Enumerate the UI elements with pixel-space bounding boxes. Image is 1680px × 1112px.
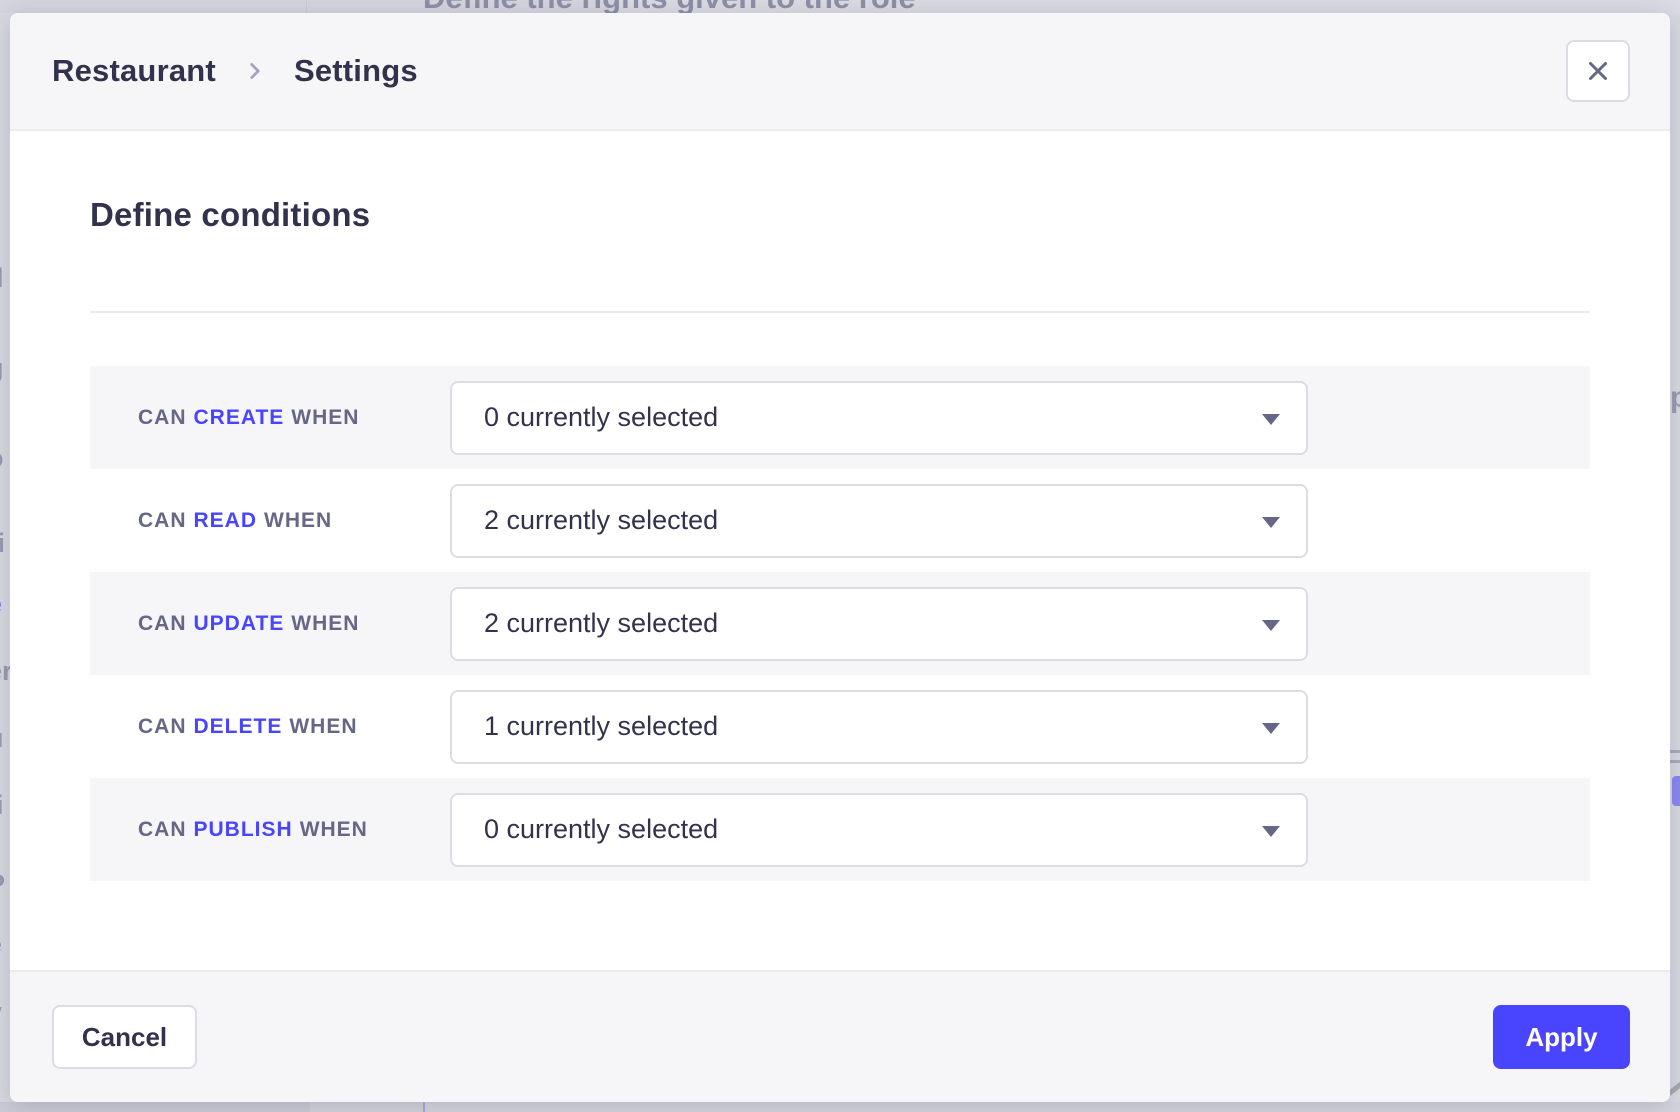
label-suffix: WHEN (289, 715, 357, 739)
background-page-subtitle: Define the rights given to the role (423, 0, 916, 13)
conditions-list: CAN CREATE WHEN 0 currently selected CAN… (90, 366, 1590, 881)
create-conditions-select[interactable]: 0 currently selected (450, 381, 1308, 455)
condition-label: CAN DELETE WHEN (90, 715, 358, 739)
background-left-edge-strip: r d g o ri e er u ti Pe v (0, 13, 10, 1102)
label-action-read: READ (194, 509, 258, 533)
label-suffix: WHEN (291, 406, 359, 430)
chevron-down-icon (1262, 517, 1280, 528)
background-letter-fragment: er (0, 656, 10, 687)
title-divider (90, 311, 1590, 313)
label-prefix: CAN (138, 612, 187, 636)
background-bottom-segment (0, 1102, 310, 1112)
label-prefix: CAN (138, 715, 187, 739)
background-letter-fragment: p (1670, 381, 1680, 415)
background-letter-fragment: g (0, 353, 10, 384)
chevron-down-icon (1262, 414, 1280, 425)
background-line-fragment (1670, 760, 1680, 763)
label-prefix: CAN (138, 509, 187, 533)
background-accent-sliver (423, 1102, 425, 1112)
breadcrumb: Restaurant Settings (52, 53, 418, 89)
background-letter-fragment: u (0, 723, 10, 754)
condition-row-publish: CAN PUBLISH WHEN 0 currently selected (90, 778, 1590, 881)
select-value: 0 currently selected (484, 814, 718, 845)
close-icon (1583, 56, 1613, 86)
label-action-create: CREATE (194, 406, 285, 430)
breadcrumb-item-settings: Settings (294, 53, 418, 89)
background-letter-fragment: d (0, 263, 10, 294)
modal-header: Restaurant Settings (10, 13, 1670, 131)
label-suffix: WHEN (291, 612, 359, 636)
background-letter-fragment: v (0, 997, 10, 1028)
apply-button[interactable]: Apply (1493, 1005, 1630, 1069)
condition-row-create: CAN CREATE WHEN 0 currently selected (90, 366, 1590, 469)
condition-row-read: CAN READ WHEN 2 currently selected (90, 469, 1590, 572)
read-conditions-select[interactable]: 2 currently selected (450, 484, 1308, 558)
label-action-update: UPDATE (194, 612, 285, 636)
select-value: 2 currently selected (484, 505, 718, 536)
background-top-strip: Define the rights given to the role (0, 0, 1680, 13)
condition-label: CAN UPDATE WHEN (90, 612, 359, 636)
background-letter-fragment: o (0, 443, 10, 474)
chevron-down-icon (1262, 723, 1280, 734)
page-title: Define conditions (90, 131, 1590, 237)
label-suffix: WHEN (300, 818, 368, 842)
background-letter-fragment: P (0, 869, 10, 900)
background-letter-fragment: ri (0, 528, 10, 559)
update-conditions-select[interactable]: 2 currently selected (450, 587, 1308, 661)
background-bottom-segment (310, 1102, 423, 1112)
condition-label: CAN PUBLISH WHEN (90, 818, 368, 842)
label-action-delete: DELETE (194, 715, 283, 739)
cancel-button[interactable]: Cancel (52, 1005, 197, 1069)
background-bottom-strip (0, 1102, 1680, 1112)
chevron-down-icon (1262, 620, 1280, 631)
background-letter-fragment: e (0, 589, 10, 620)
chevron-down-icon (1262, 826, 1280, 837)
select-value: 2 currently selected (484, 608, 718, 639)
delete-conditions-select[interactable]: 1 currently selected (450, 690, 1308, 764)
background-line-fragment (1670, 750, 1680, 753)
background-right-edge-strip: p (1670, 13, 1680, 1102)
modal-body: Define conditions CAN CREATE WHEN 0 curr… (10, 131, 1670, 970)
condition-label: CAN CREATE WHEN (90, 406, 359, 430)
label-prefix: CAN (138, 818, 187, 842)
chevron-right-icon (242, 58, 268, 84)
background-letter-fragment: e (0, 929, 10, 960)
select-value: 0 currently selected (484, 402, 718, 433)
condition-row-update: CAN UPDATE WHEN 2 currently selected (90, 572, 1590, 675)
background-divider-sliver (306, 0, 307, 13)
publish-conditions-select[interactable]: 0 currently selected (450, 793, 1308, 867)
background-blue-fragment (1672, 776, 1680, 806)
condition-row-delete: CAN DELETE WHEN 1 currently selected (90, 675, 1590, 778)
background-letter-fragment: r (0, 173, 10, 204)
background-letter-fragment: ti (0, 790, 10, 821)
label-action-publish: PUBLISH (194, 818, 293, 842)
label-prefix: CAN (138, 406, 187, 430)
close-button[interactable] (1566, 40, 1630, 102)
define-conditions-modal: Restaurant Settings Define conditions C (10, 13, 1670, 1102)
condition-label: CAN READ WHEN (90, 509, 332, 533)
label-suffix: WHEN (264, 509, 332, 533)
breadcrumb-item-restaurant: Restaurant (52, 53, 216, 89)
modal-footer: Cancel Apply (10, 970, 1670, 1102)
select-value: 1 currently selected (484, 711, 718, 742)
